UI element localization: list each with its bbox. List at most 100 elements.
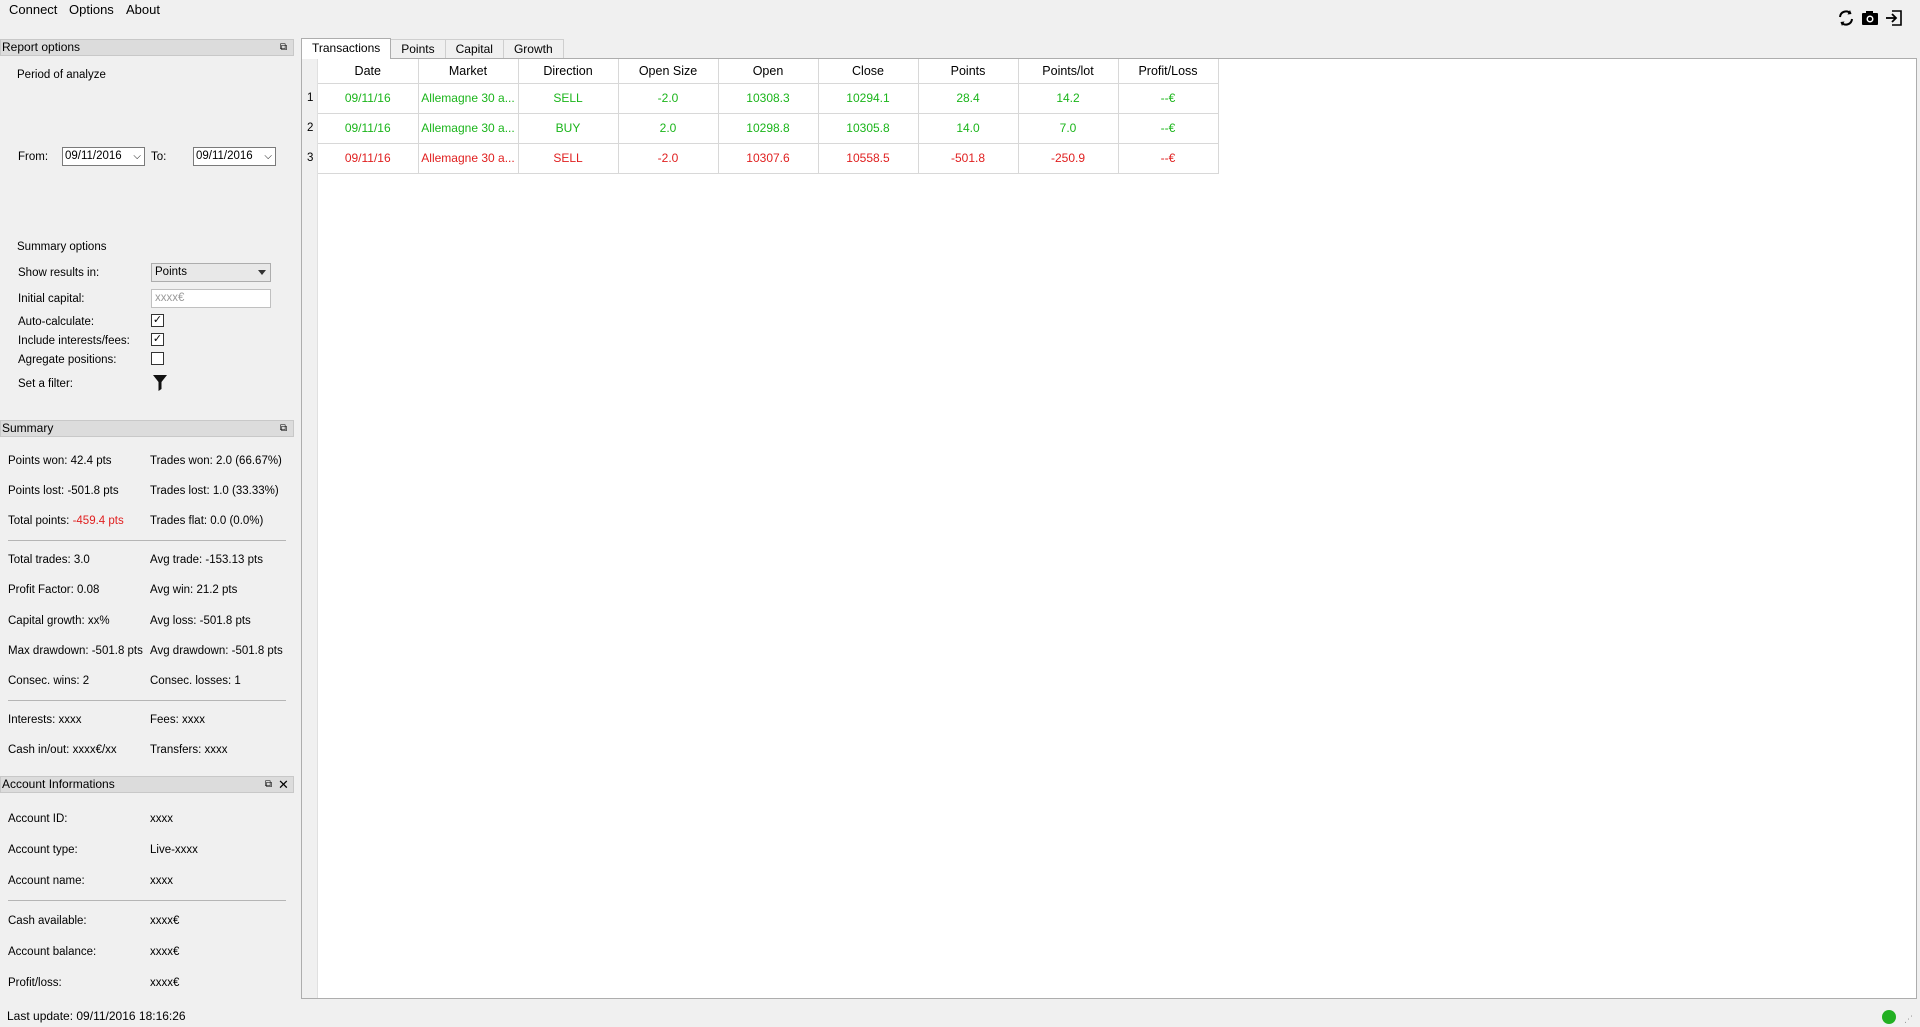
column-header-open[interactable]: Open <box>718 59 819 84</box>
cell-open-size[interactable]: 2.0 <box>618 113 719 144</box>
column-header-direction[interactable]: Direction <box>518 59 619 84</box>
float-icon[interactable]: ⧉ <box>277 422 290 435</box>
trades-won: Trades won: 2.0 (66.67%) <box>150 455 282 467</box>
cell-open-size[interactable]: -2.0 <box>618 83 719 114</box>
transactions-table-area: 1 2 3 Date Market Direction Open Size Op… <box>301 58 1917 999</box>
column-header-date[interactable]: Date <box>318 59 419 84</box>
from-label: From: <box>18 151 49 163</box>
tab-capital[interactable]: Capital <box>444 39 504 58</box>
refresh-icon[interactable] <box>1836 8 1856 28</box>
column-header-profit-loss[interactable]: Profit/Loss <box>1118 59 1219 84</box>
tab-bar: Transactions Points Capital Growth <box>301 38 564 59</box>
cash-inout: Cash in/out: xxxx€/xx <box>8 744 117 756</box>
connection-status-icon <box>1882 1010 1896 1024</box>
fees: Fees: xxxx <box>150 714 205 726</box>
transactions-table: Date Market Direction Open Size Open Clo… <box>318 59 1219 174</box>
account-name-label: Account name: <box>8 875 85 887</box>
menu-about[interactable]: About <box>124 2 162 18</box>
float-icon[interactable]: ⧉ <box>277 41 290 54</box>
total-trades: Total trades: 3.0 <box>8 554 90 566</box>
logout-icon[interactable] <box>1884 8 1904 28</box>
menu-connect[interactable]: Connect <box>7 2 59 18</box>
cell-profit-loss[interactable]: --€ <box>1118 113 1219 144</box>
to-date-input[interactable]: 09/11/2016 ⌵ <box>193 147 276 166</box>
menu-options[interactable]: Options <box>67 2 116 18</box>
cell-profit-loss[interactable]: --€ <box>1118 83 1219 114</box>
column-header-close[interactable]: Close <box>818 59 919 84</box>
cell-points-per-lot[interactable]: 14.2 <box>1018 83 1119 114</box>
column-header-market[interactable]: Market <box>418 59 519 84</box>
row-number[interactable]: 2 <box>307 122 313 134</box>
cell-points[interactable]: 14.0 <box>918 113 1019 144</box>
cell-points-per-lot[interactable]: 7.0 <box>1018 113 1119 144</box>
auto-calculate-checkbox[interactable]: ✓ <box>151 314 164 327</box>
dropdown-arrow-icon <box>258 270 266 275</box>
account-type-value: Live-xxxx <box>150 844 198 856</box>
summary-title: Summary <box>2 421 54 435</box>
include-interests-checkbox[interactable]: ✓ <box>151 333 164 346</box>
total-points-value: -459.4 pts <box>72 515 124 527</box>
aggregate-positions-checkbox[interactable] <box>151 352 164 365</box>
close-icon[interactable]: ✕ <box>277 778 290 791</box>
include-interests-label: Include interests/fees: <box>18 335 130 347</box>
cell-direction[interactable]: SELL <box>518 143 619 174</box>
cell-close[interactable]: 10558.5 <box>818 143 919 174</box>
cell-market[interactable]: Allemagne 30 a... <box>418 143 519 174</box>
report-options-title-bar: Report options ⧉ <box>0 39 294 56</box>
camera-icon[interactable] <box>1860 8 1880 28</box>
table-body: 09/11/16 Allemagne 30 a... SELL -2.0 103… <box>318 83 1219 174</box>
cell-market[interactable]: Allemagne 30 a... <box>418 113 519 144</box>
interests: Interests: xxxx <box>8 714 82 726</box>
cell-close[interactable]: 10305.8 <box>818 113 919 144</box>
show-results-value: Points <box>155 266 187 278</box>
profit-loss-label: Profit/loss: <box>8 977 62 989</box>
cash-available-label: Cash available: <box>8 915 87 927</box>
filter-icon[interactable] <box>152 374 168 395</box>
report-options-title: Report options <box>2 40 81 54</box>
cell-points-per-lot[interactable]: -250.9 <box>1018 143 1119 174</box>
row-number[interactable]: 1 <box>307 92 313 104</box>
cell-direction[interactable]: SELL <box>518 83 619 114</box>
column-header-points-per-lot[interactable]: Points/lot <box>1018 59 1119 84</box>
tab-points[interactable]: Points <box>390 39 446 58</box>
resize-grip-icon[interactable]: ⋰ <box>1904 1014 1913 1025</box>
cell-date[interactable]: 09/11/16 <box>318 113 419 144</box>
aggregate-positions-label: Agregate positions: <box>18 354 117 366</box>
points-won: Points won: 42.4 pts <box>8 455 112 467</box>
tab-growth[interactable]: Growth <box>502 39 564 58</box>
row-number[interactable]: 3 <box>307 152 313 164</box>
set-filter-label: Set a filter: <box>18 378 73 390</box>
cell-close[interactable]: 10294.1 <box>818 83 919 114</box>
cell-open-size[interactable]: -2.0 <box>618 143 719 174</box>
cell-points[interactable]: -501.8 <box>918 143 1019 174</box>
cell-profit-loss[interactable]: --€ <box>1118 143 1219 174</box>
summary-title-bar: Summary ⧉ <box>0 420 294 437</box>
from-date-input[interactable]: 09/11/2016 ⌵ <box>62 147 145 166</box>
show-results-label: Show results in: <box>18 267 100 279</box>
cell-open[interactable]: 10308.3 <box>718 83 819 114</box>
avg-loss: Avg loss: -501.8 pts <box>150 615 251 627</box>
cell-points[interactable]: 28.4 <box>918 83 1019 114</box>
account-name-value: xxxx <box>150 875 173 887</box>
menu-bar: Connect Options About <box>0 0 1920 22</box>
max-drawdown: Max drawdown: -501.8 pts <box>8 645 143 657</box>
initial-capital-input[interactable]: xxxx€ <box>151 289 271 308</box>
show-results-select[interactable]: Points <box>151 263 271 282</box>
table-header-row: Date Market Direction Open Size Open Clo… <box>318 59 1219 84</box>
account-title-bar: Account Informations ⧉ ✕ <box>0 776 294 793</box>
cell-market[interactable]: Allemagne 30 a... <box>418 83 519 114</box>
cell-date[interactable]: 09/11/16 <box>318 143 419 174</box>
cell-open[interactable]: 10298.8 <box>718 113 819 144</box>
column-header-open-size[interactable]: Open Size <box>618 59 719 84</box>
chevron-down-icon: ⌵ <box>133 151 141 162</box>
cell-direction[interactable]: BUY <box>518 113 619 144</box>
table-row[interactable]: 09/11/16 Allemagne 30 a... SELL -2.0 103… <box>318 143 1219 174</box>
tab-transactions[interactable]: Transactions <box>301 38 392 59</box>
float-icon[interactable]: ⧉ <box>262 778 275 791</box>
avg-win: Avg win: 21.2 pts <box>150 584 238 596</box>
table-row[interactable]: 09/11/16 Allemagne 30 a... BUY 2.0 10298… <box>318 113 1219 144</box>
column-header-points[interactable]: Points <box>918 59 1019 84</box>
cell-date[interactable]: 09/11/16 <box>318 83 419 114</box>
cell-open[interactable]: 10307.6 <box>718 143 819 174</box>
table-row[interactable]: 09/11/16 Allemagne 30 a... SELL -2.0 103… <box>318 83 1219 114</box>
